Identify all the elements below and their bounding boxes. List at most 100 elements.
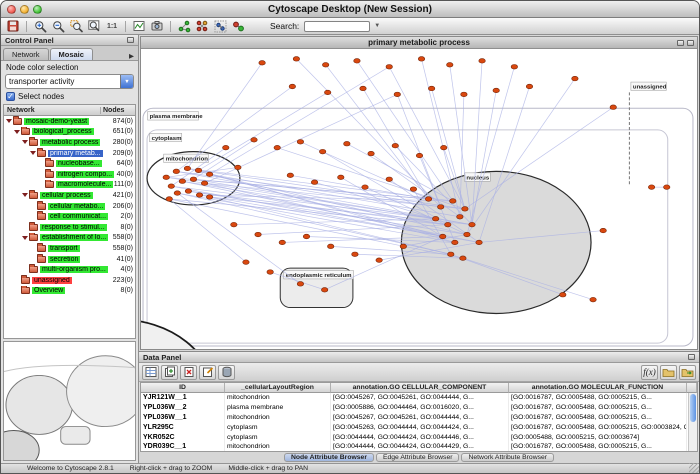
float-panel-icon[interactable] (127, 37, 134, 43)
network-node[interactable] (322, 63, 328, 68)
network-node[interactable] (166, 197, 172, 202)
tab-edge-attribute-browser[interactable]: Edge Attribute Browser (376, 453, 460, 462)
network-node[interactable] (416, 153, 422, 158)
network-view-titlebar[interactable]: primary metabolic process (141, 37, 697, 49)
network-node[interactable] (196, 193, 202, 198)
vizmapper-button[interactable] (230, 19, 246, 34)
network-node[interactable] (289, 84, 295, 89)
network-node[interactable] (368, 151, 374, 156)
network-node[interactable] (452, 240, 458, 245)
tree-row[interactable]: multi-organism pro...4(0) (4, 264, 135, 275)
network-node[interactable] (440, 145, 446, 150)
import-attributes-button[interactable] (660, 365, 677, 380)
column-header[interactable]: annotation.GO CELLULAR_COMPONENT (331, 383, 509, 393)
network-node[interactable] (163, 175, 169, 180)
tree-row[interactable]: response to stimul...8(0) (4, 222, 135, 233)
tree-expander-icon[interactable] (21, 193, 29, 197)
network-node[interactable] (457, 214, 463, 219)
network-node[interactable] (386, 177, 392, 182)
select-attributes-button[interactable] (142, 365, 159, 380)
network-node[interactable] (303, 234, 309, 239)
column-header[interactable]: ID (141, 383, 225, 393)
network-node[interactable] (287, 173, 293, 178)
import-table-button[interactable] (218, 365, 235, 380)
network-overview-panel[interactable] (3, 341, 136, 461)
network-node[interactable] (493, 88, 499, 93)
network-node[interactable] (279, 240, 285, 245)
table-row[interactable]: YLR295Ccytoplasm[GO:0045263, GO:0044444,… (141, 423, 697, 433)
network-node[interactable] (274, 145, 280, 150)
network-node[interactable] (462, 207, 468, 212)
network-node[interactable] (464, 232, 470, 237)
select-nodes-checkbox[interactable]: ✓ (6, 92, 15, 101)
network-node[interactable] (223, 145, 229, 150)
tab-network-attribute-browser[interactable]: Network Attribute Browser (461, 453, 554, 462)
create-attribute-button[interactable] (161, 365, 178, 380)
table-scrollbar-thumb[interactable] (690, 394, 696, 422)
network-node[interactable] (394, 92, 400, 97)
window-titlebar[interactable]: Cytoscape Desktop (New Session) (1, 1, 699, 18)
tree-row[interactable]: macromolecule...111(0) (4, 180, 135, 191)
network-node[interactable] (190, 177, 196, 182)
table-row[interactable]: YPL036W__2plasma membrane[GO:0005886, GO… (141, 403, 697, 413)
network-node[interactable] (418, 57, 424, 62)
tab-mosaic[interactable]: Mosaic (50, 48, 93, 60)
column-header[interactable]: _cellularLayoutRegion (225, 383, 331, 393)
tree-row[interactable]: primary metab...209(0) (4, 148, 135, 159)
network-node[interactable] (321, 288, 327, 293)
tree-row[interactable]: unassigned223(0) (4, 275, 135, 286)
network-node[interactable] (590, 297, 596, 302)
tree-row[interactable]: cellular process421(0) (4, 190, 135, 201)
network-node[interactable] (432, 216, 438, 221)
network-node[interactable] (469, 222, 475, 227)
network-node[interactable] (572, 76, 578, 81)
tree-row[interactable]: metabolic process280(0) (4, 137, 135, 148)
network-node[interactable] (439, 234, 445, 239)
network-node[interactable] (297, 139, 303, 144)
tree-expander-icon[interactable] (21, 140, 29, 144)
formula-builder-button[interactable]: f(x) (641, 365, 658, 380)
edit-attribute-button[interactable] (199, 365, 216, 380)
network-node[interactable] (410, 187, 416, 192)
zoom-out-button[interactable] (50, 19, 66, 34)
network-node[interactable] (352, 252, 358, 257)
tree-row[interactable]: transport558(0) (4, 243, 135, 254)
tree-row[interactable]: establishment of lo...558(0) (4, 233, 135, 244)
network-node[interactable] (267, 270, 273, 275)
network-node[interactable] (327, 244, 333, 249)
network-node[interactable] (168, 184, 174, 189)
network-node[interactable] (173, 169, 179, 174)
network-canvas[interactable]: plasma membranecytoplasmmitochondrionnuc… (141, 49, 697, 349)
tree-expander-icon[interactable] (29, 151, 37, 155)
tree-row[interactable]: mosaic-demo-yeast874(0) (4, 116, 135, 127)
table-scrollbar[interactable] (688, 393, 697, 451)
network-node[interactable] (447, 63, 453, 68)
table-row[interactable]: YKR052Ccytoplasm[GO:0044444, GO:0044424,… (141, 433, 697, 443)
network-node[interactable] (448, 252, 454, 257)
tree-row[interactable]: cell communicat...2(0) (4, 211, 135, 222)
network-node[interactable] (362, 185, 368, 190)
network-node[interactable] (185, 189, 191, 194)
network-node[interactable] (461, 92, 467, 97)
graphics-details-button[interactable] (131, 19, 147, 34)
save-session-button[interactable] (5, 19, 21, 34)
table-row[interactable]: YDR039C__1mitochondrion[GO:0044444, GO:0… (141, 442, 697, 452)
network-node[interactable] (206, 172, 212, 177)
network-node[interactable] (201, 181, 207, 186)
network-node[interactable] (479, 59, 485, 64)
hide-selected-button[interactable] (176, 19, 192, 34)
minimize-window-button[interactable] (20, 5, 29, 14)
network-node[interactable] (425, 197, 431, 202)
network-node[interactable] (526, 84, 532, 89)
network-node[interactable] (460, 256, 466, 261)
network-node[interactable] (184, 166, 190, 171)
network-node[interactable] (195, 168, 201, 173)
network-node[interactable] (445, 222, 451, 227)
network-node[interactable] (392, 143, 398, 148)
open-attributes-button[interactable] (679, 365, 696, 380)
network-node[interactable] (600, 228, 606, 233)
table-row[interactable]: YPL036W__1mitochondrion[GO:0045267, GO:0… (141, 413, 697, 423)
network-node[interactable] (400, 244, 406, 249)
network-node[interactable] (259, 61, 265, 66)
network-node[interactable] (251, 138, 257, 143)
